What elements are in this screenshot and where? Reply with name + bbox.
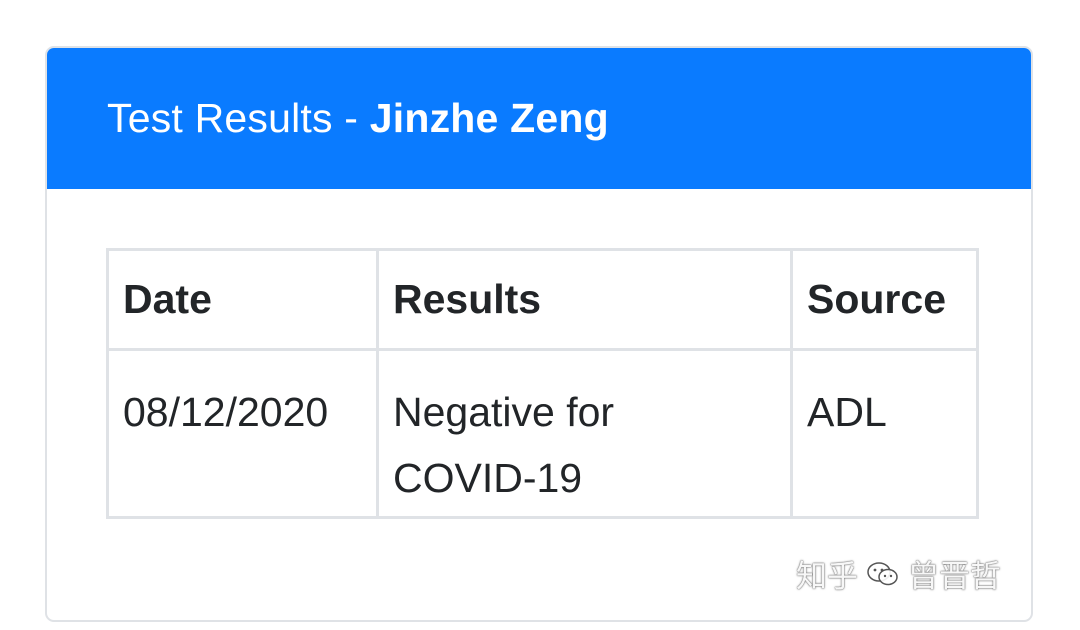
watermark: 知乎 曾晋哲: [796, 551, 1001, 596]
cell-result: Negative for COVID-19: [376, 348, 793, 519]
column-header-source: Source: [790, 248, 979, 351]
test-results-card: Test Results - Jinzhe Zeng Date Results …: [45, 46, 1033, 622]
column-header-date: Date: [106, 248, 379, 351]
column-header-results: Results: [376, 248, 793, 351]
results-table: Date Results Source 08/12/2020 Negative …: [106, 248, 979, 519]
table-header-row: Date Results Source: [106, 248, 979, 351]
cell-date: 08/12/2020: [106, 348, 379, 519]
cell-source: ADL: [790, 348, 979, 519]
wechat-icon: [866, 560, 900, 588]
table-row: 08/12/2020 Negative for COVID-19 ADL: [106, 348, 979, 519]
card-title-prefix: Test Results -: [107, 95, 370, 141]
cell-result-line1: Negative for: [393, 389, 615, 435]
cell-result-line2: COVID-19: [393, 455, 583, 501]
card-header: Test Results - Jinzhe Zeng: [47, 48, 1031, 189]
watermark-platform: 知乎: [796, 559, 858, 595]
card-title: Test Results - Jinzhe Zeng: [107, 95, 609, 142]
patient-name: Jinzhe Zeng: [369, 95, 609, 141]
watermark-author: 曾晋哲: [908, 559, 1001, 595]
